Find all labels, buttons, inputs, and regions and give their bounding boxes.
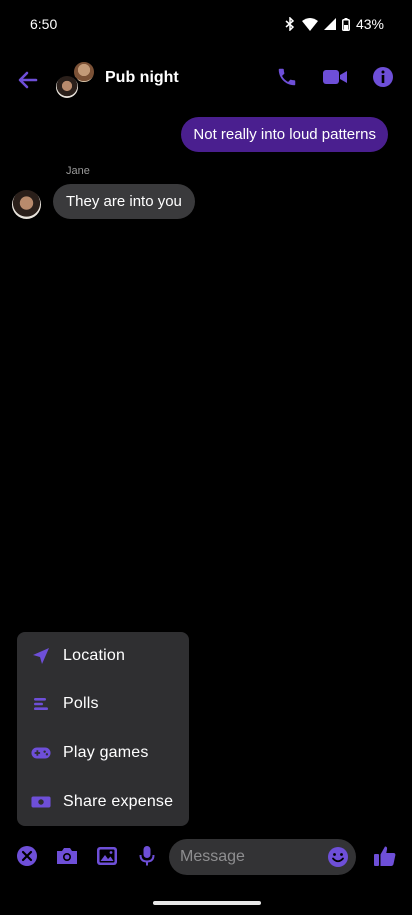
send-like-button[interactable]	[372, 846, 398, 870]
incoming-message-bubble[interactable]: They are into you	[53, 184, 195, 219]
home-indicator[interactable]	[153, 901, 261, 905]
messenger-chat-screen: 6:50 43% Pub night Not really into loud …	[0, 0, 412, 915]
status-time: 6:50	[30, 16, 58, 32]
phone-icon	[276, 66, 298, 93]
emoji-button[interactable]	[327, 846, 349, 868]
menu-item-location[interactable]: Location	[17, 632, 189, 680]
outgoing-message-bubble[interactable]: Not really into loud patterns	[181, 117, 388, 152]
signal-icon	[323, 18, 336, 30]
back-arrow-icon	[14, 71, 42, 98]
polls-icon	[31, 694, 51, 714]
image-icon	[96, 846, 118, 871]
emoji-icon	[327, 847, 349, 872]
close-menu-button[interactable]	[15, 845, 39, 872]
menu-item-play-games[interactable]: Play games	[17, 729, 189, 777]
chat-header: Pub night	[0, 58, 412, 102]
menu-item-share-expense[interactable]: Share expense	[17, 778, 189, 826]
menu-item-label: Location	[63, 647, 126, 664]
money-bill-icon	[31, 792, 51, 812]
battery-icon	[341, 17, 350, 31]
video-camera-icon	[322, 67, 348, 92]
voice-message-button[interactable]	[135, 845, 159, 872]
voice-call-button[interactable]	[274, 66, 300, 92]
menu-item-label: Share expense	[63, 793, 174, 810]
camera-icon	[55, 846, 79, 871]
message-input-container	[169, 839, 356, 875]
message-text: They are into you	[66, 193, 182, 210]
microphone-icon	[138, 845, 156, 872]
message-composer	[0, 838, 412, 878]
menu-item-label: Polls	[63, 695, 99, 712]
gallery-button[interactable]	[95, 846, 119, 870]
menu-item-label: Play games	[63, 744, 149, 761]
video-call-button[interactable]	[322, 66, 348, 92]
sender-name: Jane	[66, 165, 90, 177]
camera-button[interactable]	[55, 846, 79, 870]
status-icons: 43%	[284, 16, 384, 32]
wifi-icon	[301, 17, 318, 31]
status-bar: 6:50 43%	[0, 0, 412, 48]
group-avatar[interactable]	[54, 60, 96, 100]
location-arrow-icon	[31, 646, 51, 666]
info-icon	[372, 66, 394, 93]
chat-title[interactable]: Pub night	[105, 69, 179, 87]
attachment-popup-menu: Location Polls Play games Share expense	[17, 632, 189, 826]
message-input[interactable]	[180, 839, 320, 875]
avatar[interactable]	[12, 190, 41, 219]
message-text: Not really into loud patterns	[193, 126, 376, 143]
conversation-info-button[interactable]	[370, 66, 396, 92]
close-circle-icon	[16, 845, 38, 872]
bluetooth-icon	[284, 17, 296, 31]
avatar	[54, 74, 80, 100]
gamepad-icon	[31, 743, 51, 763]
thumbs-up-icon	[373, 844, 397, 873]
menu-item-polls[interactable]: Polls	[17, 680, 189, 728]
back-button[interactable]	[14, 66, 42, 94]
header-actions	[274, 66, 396, 92]
battery-percent: 43%	[355, 16, 384, 32]
